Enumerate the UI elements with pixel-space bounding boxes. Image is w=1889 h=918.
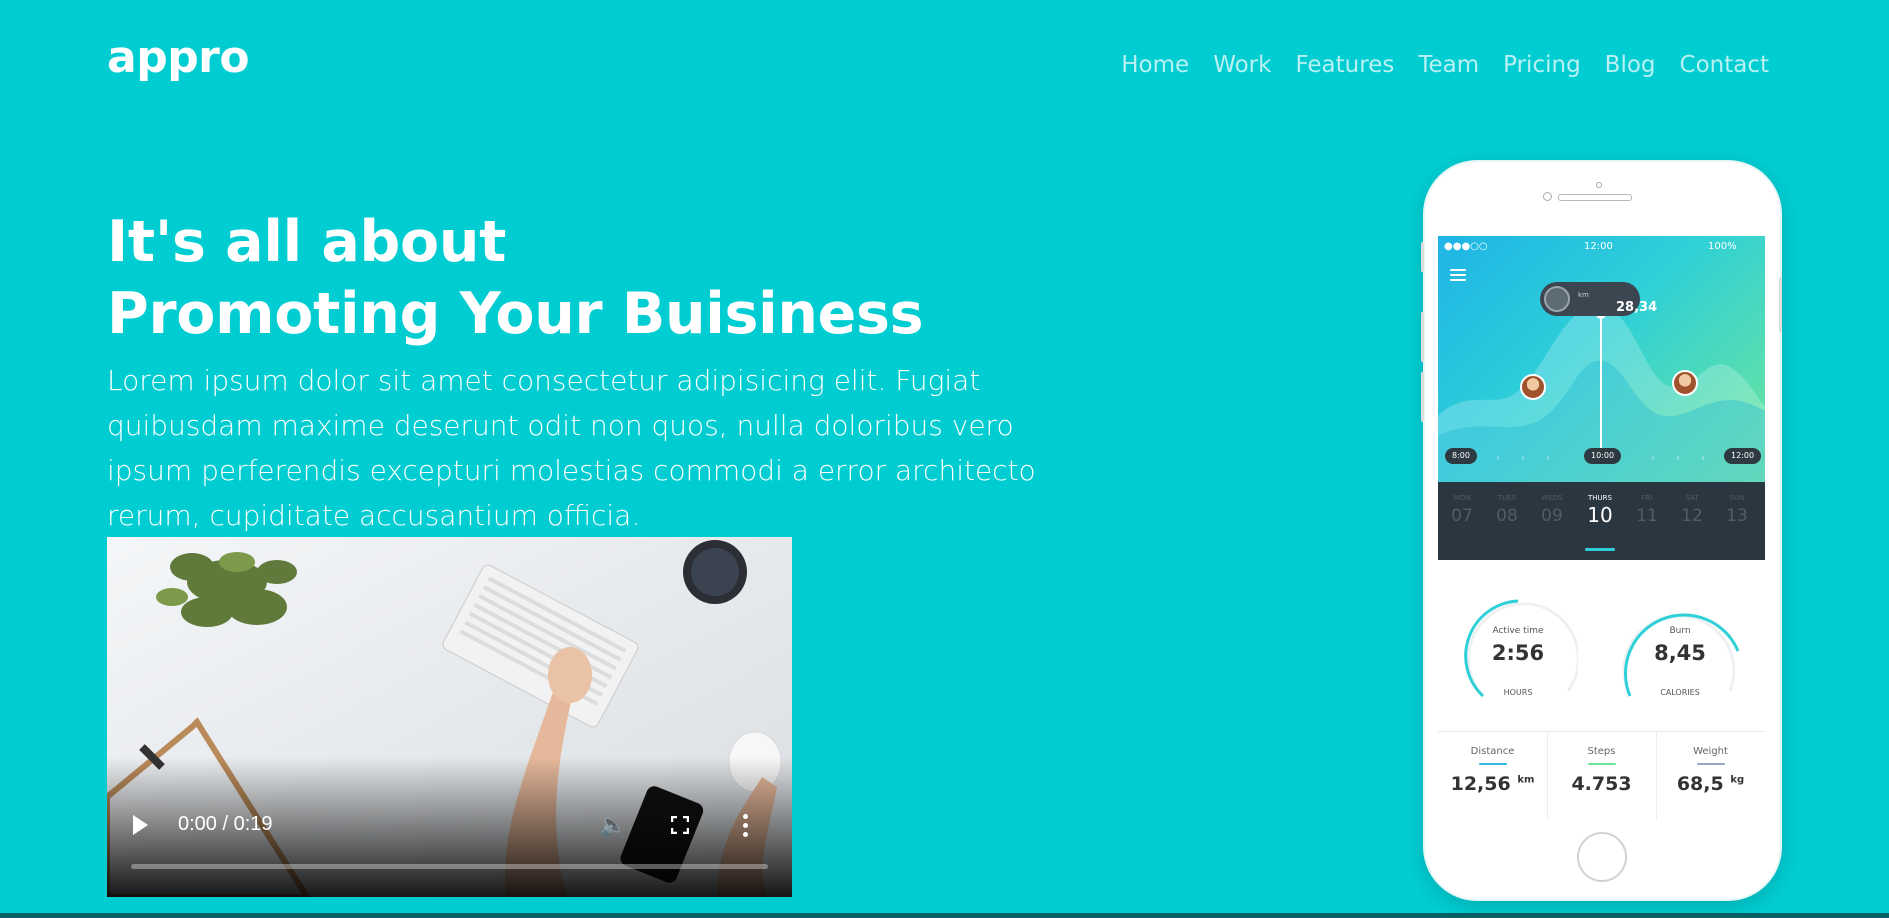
stat-underline (1696, 763, 1725, 765)
phone-mute-switch (1421, 242, 1424, 272)
metric-label: Burn (1669, 626, 1691, 636)
day-name: FRI (1641, 494, 1653, 502)
nav-work[interactable]: Work (1213, 52, 1271, 78)
phone-home-button (1577, 832, 1627, 882)
day-number[interactable]: 13 (1721, 506, 1753, 526)
day-number[interactable]: 09 (1536, 506, 1568, 526)
hero-description: Lorem ipsum dolor sit amet consectetur a… (107, 364, 1036, 532)
phone-screen: ●●●○○ 12:00 100% 28,34 km 8:00 10:00 12:… (1438, 236, 1765, 819)
nav-features[interactable]: Features (1295, 52, 1394, 78)
metric-value: 2:56 (1491, 641, 1545, 665)
nav-pricing[interactable]: Pricing (1503, 52, 1581, 78)
logo[interactable]: appro (107, 32, 250, 83)
phone-power-button (1779, 277, 1782, 332)
nav-contact[interactable]: Contact (1680, 52, 1769, 78)
stat-label: Distance (1470, 746, 1515, 757)
day-number[interactable]: 11 (1631, 506, 1663, 526)
video-player[interactable]: 0:00 / 0:19 🔈 (107, 537, 792, 897)
active-time-gauge: Active time 2:56 HOURS (1458, 596, 1578, 716)
stat-label: Weight (1693, 746, 1728, 757)
stat-underline (1587, 763, 1616, 765)
nav-team[interactable]: Team (1418, 52, 1479, 78)
selected-day-indicator (1585, 548, 1615, 551)
time-chip[interactable]: 12:00 (1724, 448, 1762, 464)
stat-label: Steps (1587, 746, 1616, 757)
phone-sensor (1596, 182, 1602, 188)
time-chip[interactable]: 8:00 (1445, 448, 1477, 464)
friend-avatar[interactable] (1672, 370, 1698, 396)
distance-pill: 28,34 km (1540, 282, 1657, 316)
fullscreen-icon[interactable] (671, 816, 689, 834)
main-nav: Home Work Features Team Pricing Blog Con… (1121, 52, 1769, 78)
day-selector: MON 07 TUES 08 WEDS 09 THURS 10 FRI 11 S… (1438, 482, 1765, 560)
friend-avatar[interactable] (1520, 374, 1546, 400)
stat-unit: kg (1730, 774, 1745, 786)
day-name: WEDS (1541, 494, 1563, 502)
burn-gauge: Burn 8,45 CALORIES (1620, 596, 1740, 716)
phone-mockup: ●●●○○ 12:00 100% 28,34 km 8:00 10:00 12:… (1421, 160, 1782, 901)
day-number[interactable]: 12 (1676, 506, 1708, 526)
pill-value: 28,34 (1616, 300, 1658, 315)
activity-graph: ●●●○○ 12:00 100% 28,34 km 8:00 10:00 12:… (1438, 236, 1765, 482)
video-progress-bar[interactable] (131, 864, 768, 869)
day-number-selected[interactable]: 10 (1584, 503, 1616, 527)
nav-blog[interactable]: Blog (1605, 52, 1656, 78)
hero-title: It's all about Promoting Your Buisiness (107, 206, 924, 350)
stats-row: Distance 12,56 km Steps 4.753 Weight 68,… (1438, 731, 1765, 819)
metric-value: 8,45 (1654, 641, 1706, 665)
stat-distance[interactable]: Distance 12,56 km (1438, 732, 1547, 819)
stat-value: 68,5 (1676, 773, 1724, 795)
video-time: 0:00 / 0:19 (178, 813, 273, 835)
play-icon[interactable] (133, 815, 148, 835)
pill-unit: km (1578, 291, 1589, 299)
day-name-selected: THURS (1588, 494, 1612, 502)
page-bottom-edge (0, 913, 1889, 918)
day-name: SUN (1729, 494, 1745, 502)
stat-weight[interactable]: Weight 68,5 kg (1656, 732, 1765, 819)
stat-value: 4.753 (1571, 773, 1632, 795)
day-number[interactable]: 07 (1446, 506, 1478, 526)
day-name: TUES (1497, 494, 1517, 502)
day-name: SAT (1685, 494, 1699, 502)
volume-icon[interactable]: 🔈 (599, 813, 626, 838)
nav-home[interactable]: Home (1121, 52, 1189, 78)
hero-title-line1: It's all about (107, 209, 507, 275)
day-number[interactable]: 08 (1491, 506, 1523, 526)
metric-unit: CALORIES (1660, 688, 1700, 697)
runner-icon (1544, 286, 1570, 312)
metric-unit: HOURS (1503, 688, 1533, 697)
day-name: MON (1453, 494, 1471, 502)
stat-value: 12,56 (1450, 773, 1511, 795)
stat-underline (1478, 763, 1507, 765)
stat-steps[interactable]: Steps 4.753 (1547, 732, 1656, 819)
more-options-icon[interactable] (743, 814, 749, 841)
phone-volume-up (1421, 312, 1424, 362)
activity-wave-chart (1438, 306, 1765, 482)
phone-camera (1543, 192, 1552, 201)
time-chip[interactable]: 10:00 (1584, 448, 1622, 464)
phone-speaker (1558, 194, 1632, 201)
phone-volume-down (1421, 372, 1424, 422)
stat-unit: km (1517, 774, 1535, 786)
hero-title-line2: Promoting Your Buisiness (107, 281, 924, 347)
metric-label: Active time (1492, 626, 1544, 636)
